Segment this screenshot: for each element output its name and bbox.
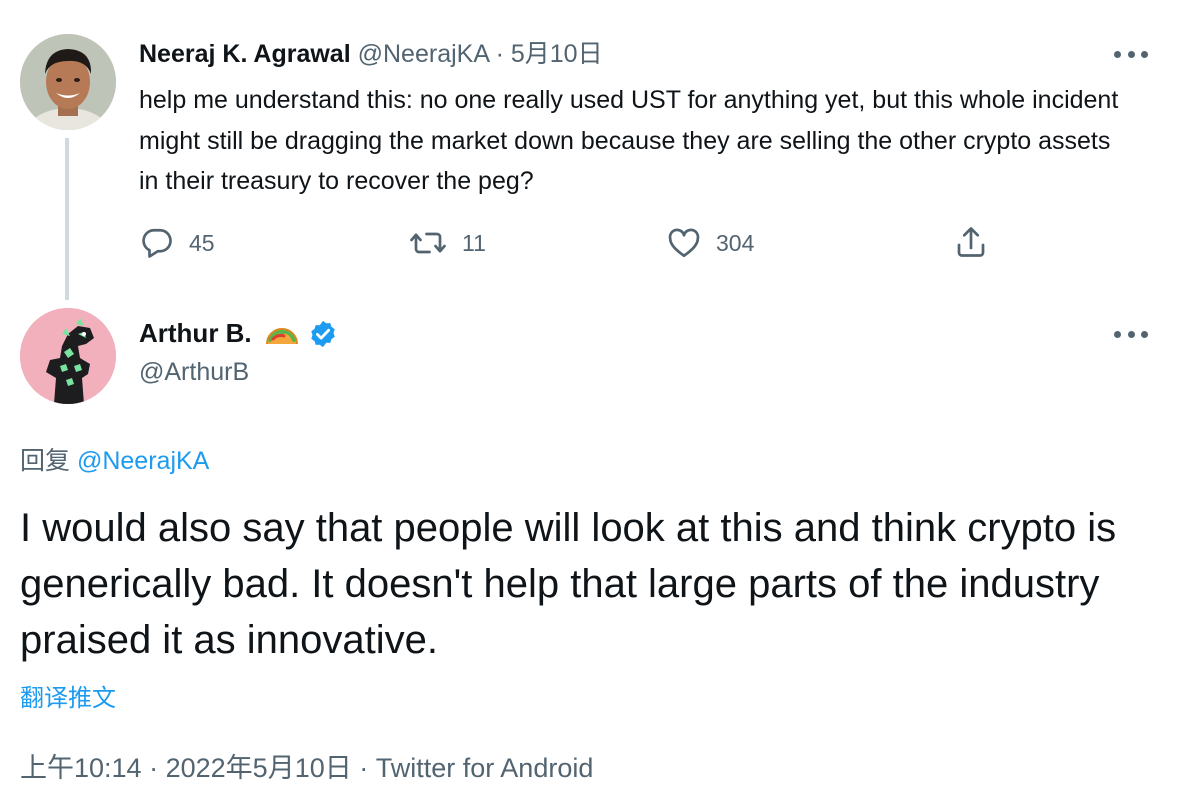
- dot: [1127, 330, 1135, 338]
- translate-tweet-link[interactable]: 翻译推文: [20, 678, 116, 713]
- avatar-photo-icon: [20, 34, 116, 130]
- tweet1-more-dots-icon[interactable]: [1114, 47, 1148, 61]
- taco-icon: [265, 327, 298, 344]
- like-button[interactable]: 304: [666, 225, 754, 261]
- tweet1-author-name[interactable]: Neeraj K. Agrawal: [139, 40, 351, 68]
- dot: [1141, 50, 1148, 58]
- meta-separator: ·: [149, 753, 159, 783]
- tweet1-author-handle[interactable]: @NeerajKA: [358, 40, 489, 68]
- verified-badge-icon[interactable]: [308, 319, 338, 349]
- dot: [1127, 50, 1135, 58]
- tweet2-more-dots-icon[interactable]: [1114, 327, 1148, 341]
- tweet2-time[interactable]: 上午10:14: [20, 753, 142, 783]
- tweet1-header: Neeraj K. Agrawal @NeerajKA · 5月10日: [139, 38, 603, 70]
- tweet1-separator: ·: [495, 40, 504, 68]
- share-icon: [957, 227, 985, 257]
- retweet-icon: [410, 232, 446, 254]
- meta-separator: ·: [359, 753, 369, 783]
- reply-button[interactable]: 45: [139, 225, 215, 261]
- avatar-neeraj[interactable]: [20, 34, 116, 130]
- tweet2-text: I would also say that people will look a…: [20, 506, 1117, 662]
- tweet2-author-row: Arthur B.: [139, 318, 338, 349]
- tweet2-meta: 上午10:14 · 2022年5月10日 · Twitter for Andro…: [20, 746, 593, 785]
- tweet2-date[interactable]: 2022年5月10日: [166, 753, 352, 783]
- avatar-arthur[interactable]: [20, 308, 116, 404]
- reply-bubble-icon: [142, 228, 172, 258]
- tweet2-source[interactable]: Twitter for Android: [376, 753, 594, 783]
- replying-to: 回复 @NeerajKA: [20, 441, 209, 477]
- dot: [1114, 330, 1121, 338]
- tweet2-author-name[interactable]: Arthur B.: [139, 318, 252, 349]
- dot: [1141, 330, 1148, 338]
- share-button[interactable]: [953, 224, 989, 260]
- heart-icon: [668, 228, 700, 258]
- avatar-kaiju-icon: [20, 308, 116, 404]
- tweet2-author-handle[interactable]: @ArthurB: [139, 358, 249, 387]
- reply-count: 45: [189, 229, 215, 256]
- reply-to-link[interactable]: @NeerajKA: [77, 447, 209, 475]
- retweet-button[interactable]: 11: [408, 225, 486, 261]
- tweet1-date[interactable]: 5月10日: [511, 40, 603, 68]
- reply-prefix: 回复: [20, 447, 71, 475]
- dot: [1114, 50, 1121, 58]
- like-count: 304: [716, 229, 755, 256]
- thread-connector-line: [65, 138, 69, 300]
- tweet1-text: help me understand this: no one really u…: [139, 86, 1119, 195]
- retweet-count: 11: [462, 229, 486, 256]
